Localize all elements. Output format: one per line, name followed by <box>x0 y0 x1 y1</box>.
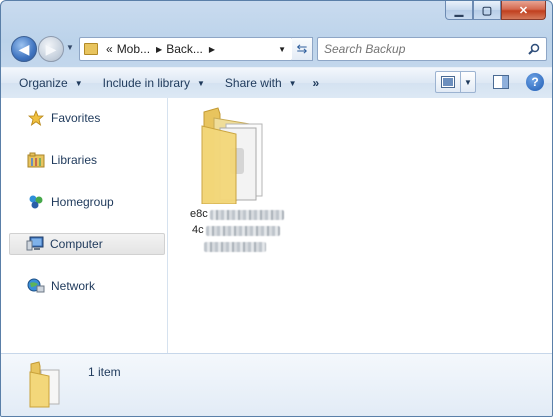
breadcrumb-separator-icon[interactable]: ▶ <box>156 45 162 54</box>
main-area: Favorites Libraries Homegroup Computer N… <box>1 98 552 353</box>
preview-pane-button[interactable] <box>490 72 512 92</box>
include-in-library-button[interactable]: Include in library ▼ <box>97 71 211 95</box>
breadcrumb-backup[interactable]: Back... <box>166 42 203 56</box>
libraries-icon <box>27 152 45 168</box>
toolbar-right: ▼ ? <box>435 71 544 93</box>
redacted-text <box>210 210 284 220</box>
address-dropdown-icon[interactable]: ▼ <box>278 45 286 54</box>
search-icon[interactable] <box>526 43 542 55</box>
nav-item-network[interactable]: Network <box>11 276 165 296</box>
search-input[interactable] <box>322 39 526 59</box>
redacted-text <box>204 242 266 252</box>
nav-item-label: Computer <box>50 237 103 251</box>
nav-item-label: Libraries <box>51 153 98 167</box>
explorer-window: ▁ ▢ ✕ ◀ ▶ ▼ « Mob... ▶ Back... ▶ ▼ ⇆ Sea… <box>0 0 553 417</box>
refresh-icon: ⇆ <box>296 41 308 56</box>
forward-button[interactable]: ▶ <box>38 36 64 62</box>
nav-item-favorites[interactable]: Favorites <box>11 108 165 128</box>
chevron-down-icon: ▼ <box>74 78 83 88</box>
nav-item-libraries[interactable]: Libraries <box>11 150 165 170</box>
address-bar[interactable]: « Mob... ▶ Back... ▶ ▼ <box>79 37 293 61</box>
command-bar: Organize ▼ Include in library ▼ Share wi… <box>1 67 552 99</box>
nav-item-label: Network <box>51 279 96 293</box>
chevron-down-icon: ▼ <box>197 78 205 88</box>
maximize-button[interactable]: ▢ <box>473 1 501 20</box>
details-pane: 1 item <box>1 353 552 416</box>
refresh-button[interactable]: ⇆ <box>292 37 313 61</box>
organize-label: Organize <box>19 76 68 90</box>
star-icon <box>27 110 45 126</box>
breadcrumb-overflow[interactable]: « <box>106 42 113 56</box>
include-in-library-label: Include in library <box>102 76 190 90</box>
file-name-line-1: e8c <box>190 208 208 220</box>
nav-item-label: Homegroup <box>51 195 114 209</box>
close-button[interactable]: ✕ <box>501 1 546 20</box>
back-button[interactable]: ◀ <box>11 36 37 62</box>
item-count: 1 item <box>88 365 121 379</box>
nav-item-label: Favorites <box>51 111 101 125</box>
share-with-button[interactable]: Share with ▼ <box>219 71 303 95</box>
organize-button[interactable]: Organize ▼ <box>13 71 89 95</box>
share-with-label: Share with <box>224 76 282 90</box>
change-view-button[interactable] <box>435 71 461 93</box>
search-box[interactable] <box>317 37 547 61</box>
homegroup-icon <box>27 194 45 210</box>
nav-item-computer[interactable]: Computer <box>9 233 165 255</box>
folder-icon <box>201 107 263 204</box>
computer-icon <box>26 236 44 252</box>
navigation-bar: ◀ ▶ ▼ « Mob... ▶ Back... ▶ ▼ ⇆ <box>9 33 547 63</box>
breadcrumb-separator-icon[interactable]: ▶ <box>209 45 215 54</box>
view-icon <box>441 76 455 88</box>
nav-item-homegroup[interactable]: Homegroup <box>11 192 165 212</box>
network-icon <box>27 278 45 294</box>
file-list: e8c 4c <box>168 98 552 353</box>
navigation-pane: Favorites Libraries Homegroup Computer N… <box>1 98 168 353</box>
arrow-right-icon: ▶ <box>45 40 57 57</box>
more-commands-button[interactable]: » <box>313 76 320 90</box>
caption-buttons: ▁ ▢ ✕ <box>445 1 546 21</box>
scrollbar[interactable] <box>548 98 552 353</box>
recent-pages-dropdown[interactable]: ▼ <box>66 43 74 52</box>
file-name-line-2: 4c <box>192 224 204 236</box>
chevron-down-icon: ▼ <box>464 77 472 87</box>
folder-icon <box>29 361 60 408</box>
minimize-button[interactable]: ▁ <box>445 1 473 20</box>
redacted-text <box>206 226 280 236</box>
chevron-down-icon: ▼ <box>288 78 297 88</box>
help-button[interactable]: ? <box>526 73 544 91</box>
view-options-dropdown[interactable]: ▼ <box>461 71 476 93</box>
arrow-left-icon: ◀ <box>18 40 30 57</box>
breadcrumb-mobile[interactable]: Mob... <box>117 42 150 56</box>
folder-icon <box>84 43 98 55</box>
preview-pane-icon <box>493 75 509 89</box>
